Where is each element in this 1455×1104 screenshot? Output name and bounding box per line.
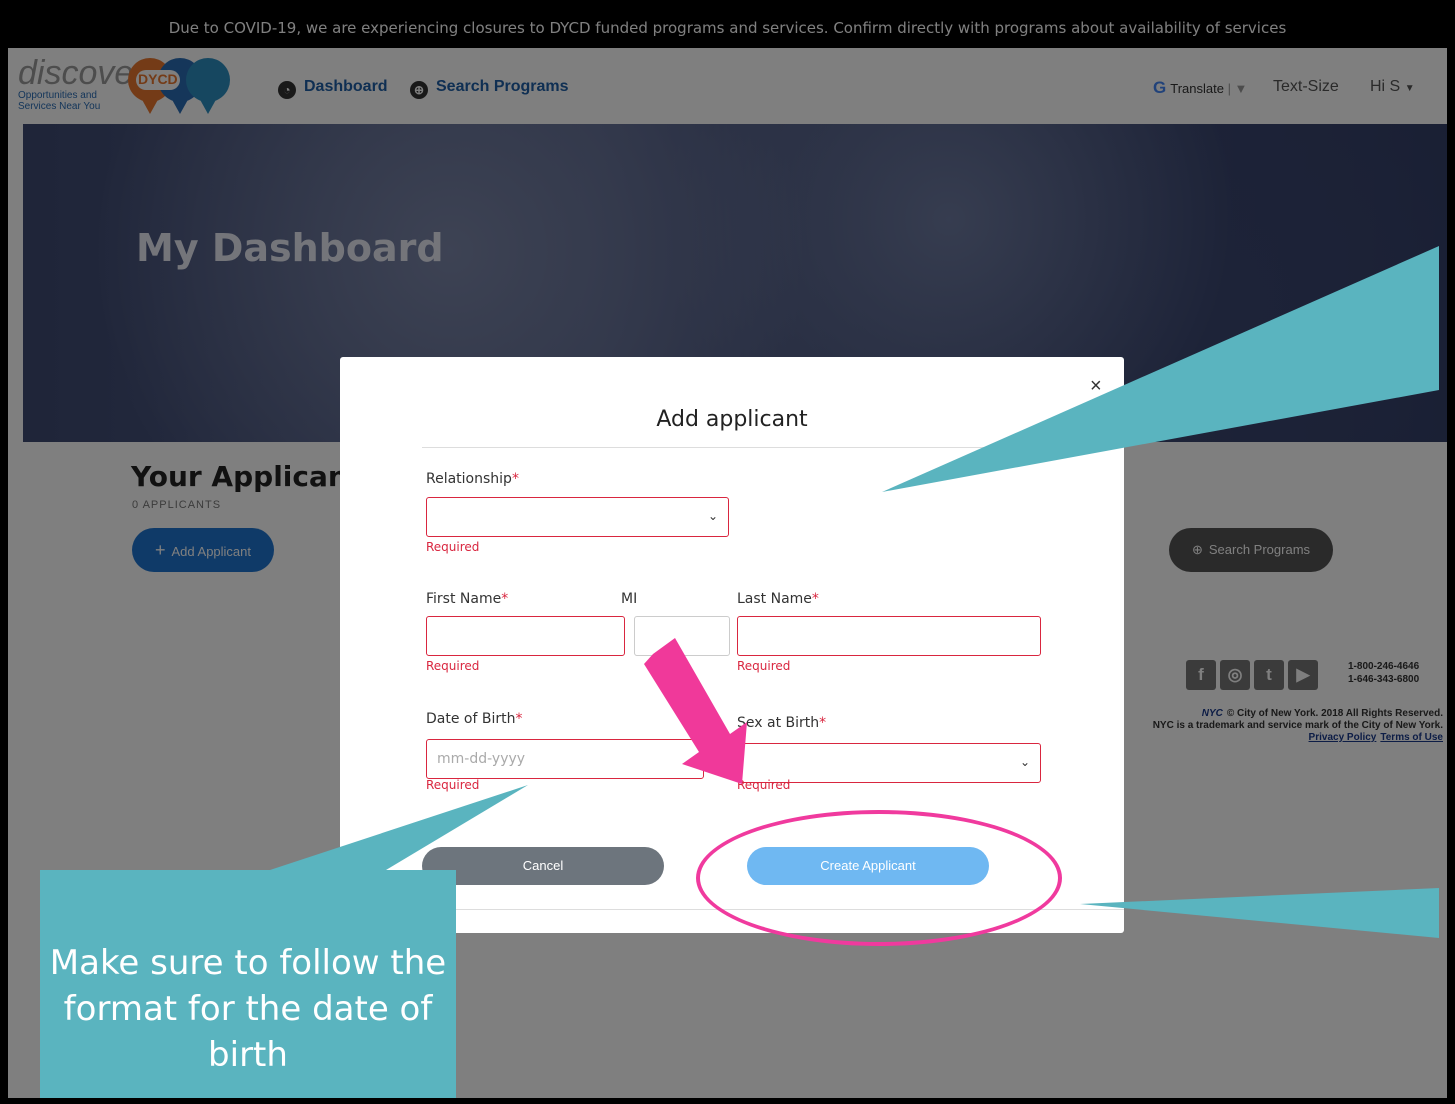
relationship-label-text: Relationship <box>426 471 512 487</box>
required-asterisk: * <box>811 591 819 607</box>
dob-label: Date of Birth* <box>426 711 522 727</box>
sex-error: Required <box>737 778 791 792</box>
sex-select[interactable]: ⌄ <box>737 743 1041 783</box>
dob-input[interactable]: mm-dd-yyyy <box>426 739 704 779</box>
required-asterisk: * <box>819 715 827 731</box>
required-asterisk: * <box>511 471 519 487</box>
chevron-down-icon: ⌄ <box>707 509 718 523</box>
relationship-select[interactable]: ⌄ <box>426 497 729 537</box>
last-name-input[interactable] <box>737 616 1041 656</box>
first-name-label-text: First Name <box>426 591 502 607</box>
relationship-label: Relationship* <box>426 471 519 487</box>
modal-title: Add applicant <box>656 407 808 432</box>
first-name-input[interactable] <box>426 616 625 656</box>
dob-format-callout: Make sure to follow the format for the d… <box>40 870 456 1098</box>
dob-placeholder: mm-dd-yyyy <box>437 751 526 767</box>
callout-text: Make sure to follow the format for the d… <box>49 943 447 1075</box>
sex-label-text: Sex at Birth <box>737 715 820 731</box>
dob-label-text: Date of Birth <box>426 711 516 727</box>
relationship-error: Required <box>426 540 480 554</box>
cancel-button[interactable]: Cancel <box>422 847 664 885</box>
last-name-label-text: Last Name <box>737 591 812 607</box>
middle-initial-input[interactable] <box>634 616 730 656</box>
close-icon[interactable]: × <box>1090 375 1102 398</box>
last-name-error: Required <box>737 659 791 673</box>
dob-error: Required <box>426 778 480 792</box>
create-button-highlight <box>696 810 1062 946</box>
sex-label: Sex at Birth* <box>737 715 826 731</box>
browser-frame: Due to COVID-19, we are experiencing clo… <box>8 8 1447 1098</box>
first-name-label: First Name* <box>426 591 508 607</box>
modal-divider <box>422 447 1042 448</box>
required-asterisk: * <box>515 711 523 727</box>
first-name-error: Required <box>426 659 480 673</box>
required-asterisk: * <box>501 591 509 607</box>
chevron-down-icon: ⌄ <box>1019 755 1030 769</box>
last-name-label: Last Name* <box>737 591 819 607</box>
mi-label: MI <box>621 591 638 607</box>
